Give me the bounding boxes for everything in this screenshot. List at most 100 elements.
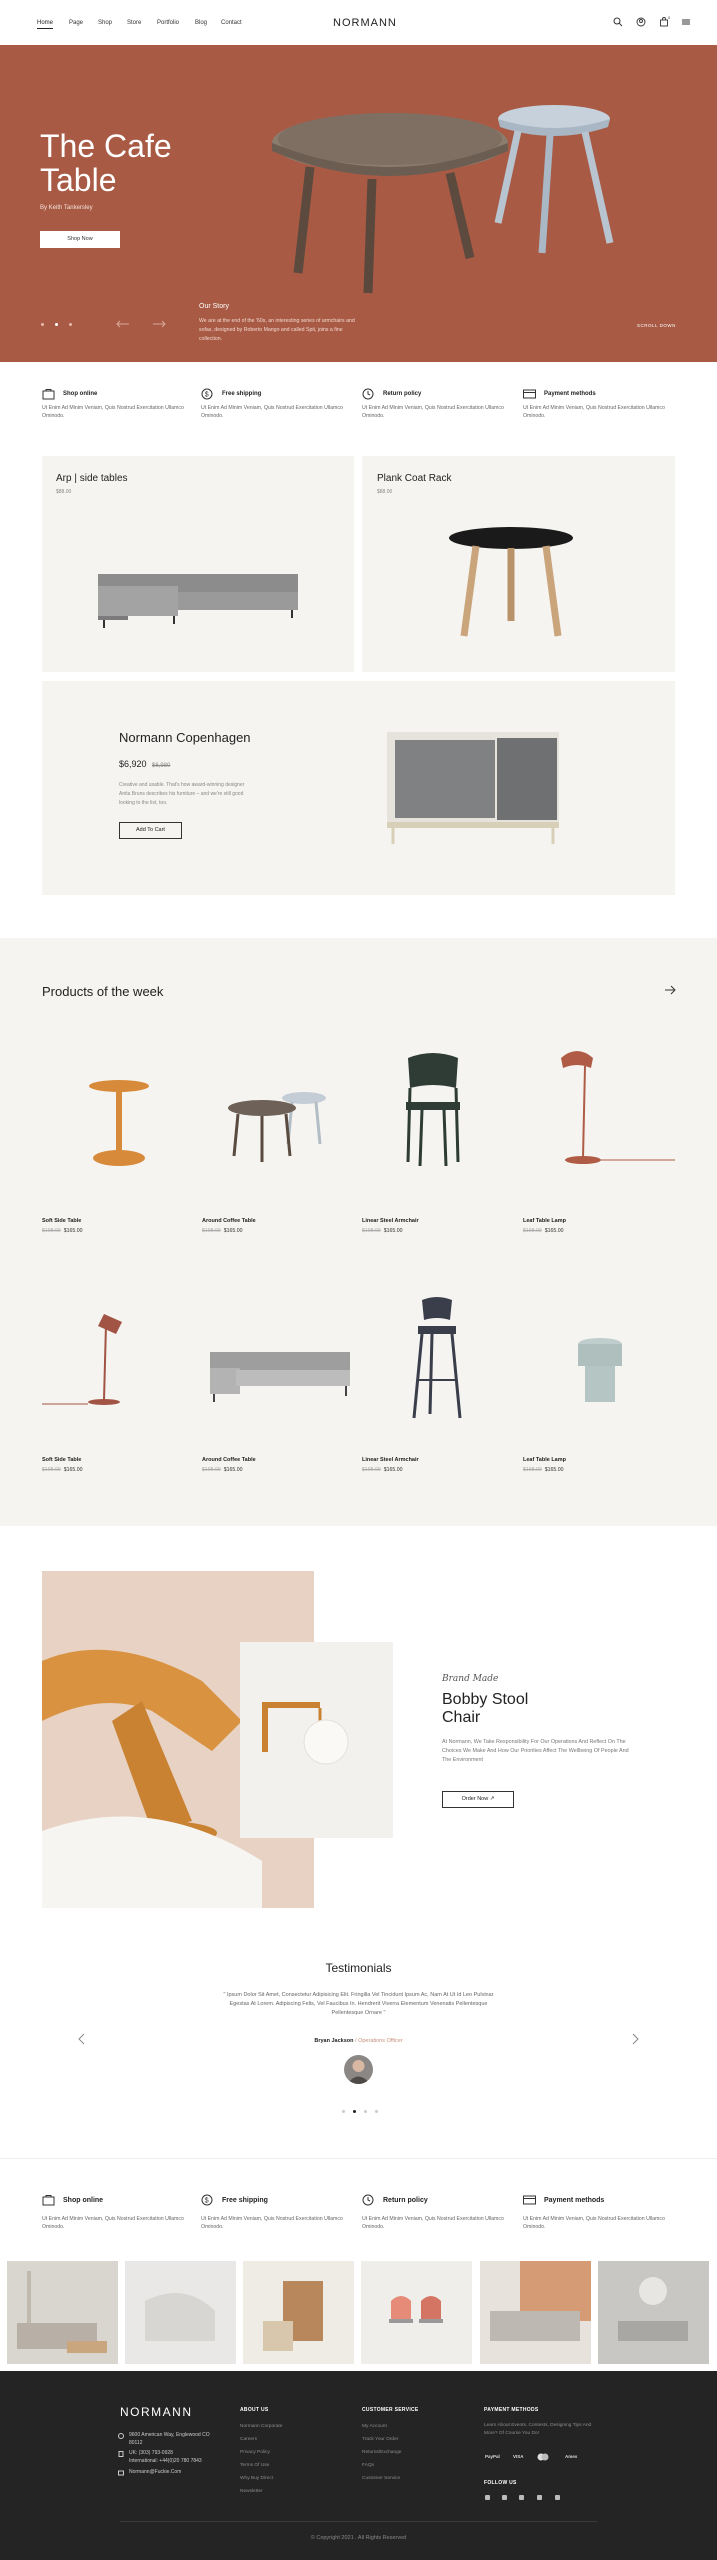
footer-link[interactable]: Privacy Policy <box>240 2450 270 2455</box>
slider-dot[interactable] <box>69 323 72 326</box>
avatar <box>344 2055 373 2084</box>
footer-email[interactable]: Normann@Fuckie.Com <box>129 2468 181 2476</box>
chevron-left-icon[interactable] <box>78 2033 86 2045</box>
footer-link[interactable]: FAQs <box>362 2463 374 2468</box>
feature-title: Free shipping <box>222 391 262 397</box>
product-name[interactable]: Around Coffee Table <box>202 1218 256 1224</box>
location-icon <box>118 2433 124 2439</box>
bag-icon <box>42 2195 55 2206</box>
tile-arp-side-tables[interactable]: Arp | side tables $88.00 <box>42 456 354 672</box>
footer-link[interactable]: Track Your Order <box>362 2437 398 2442</box>
tile-normann-copenhagen[interactable]: Normann Copenhagen $6,920 $6,980 Creativ… <box>42 681 675 895</box>
gallery-image[interactable] <box>7 2261 118 2364</box>
product-name[interactable]: Soft Side Table <box>42 1218 81 1224</box>
svg-text:$: $ <box>205 2198 209 2205</box>
visa-icon: VISA <box>513 2454 524 2459</box>
product-price: $198.00 $165.00 <box>42 1467 83 1473</box>
arrow-left-icon[interactable] <box>116 320 130 328</box>
footer-link[interactable]: My Account <box>362 2424 387 2429</box>
product-name[interactable]: Leaf Table Lamp <box>523 1457 566 1463</box>
product-name[interactable]: Linear Steel Armchair <box>362 1218 419 1224</box>
feature-text: Ut Enim Ad Minim Veniam, Quis Nostrud Ex… <box>42 2216 184 2230</box>
footer-link[interactable]: Returns/Exchange <box>362 2450 401 2455</box>
arrow-right-icon[interactable] <box>664 985 676 995</box>
tile-plank-coat-rack[interactable]: Plank Coat Rack $88.00 <box>362 456 675 672</box>
youtube-icon[interactable] <box>537 2495 542 2500</box>
scroll-down-label[interactable]: SCROLL DOWN <box>637 323 676 328</box>
arrow-right-icon[interactable] <box>152 320 166 328</box>
nav-page[interactable]: Page <box>69 20 83 26</box>
nav-portfolio[interactable]: Portfolio <box>157 20 179 26</box>
site-header: Home Page Shop Store Portfolio Blog Cont… <box>0 0 717 45</box>
instagram-icon[interactable] <box>519 2495 524 2500</box>
clock-icon <box>362 2194 374 2206</box>
search-icon[interactable] <box>613 17 623 27</box>
feature-text: Ut Enim Ad Minim Veniam, Quis Nostrud Ex… <box>523 405 665 419</box>
feature-text: Ut Enim Ad Minim Veniam, Quis Nostrud Ex… <box>523 2216 665 2230</box>
product-name[interactable]: Linear Steel Armchair <box>362 1457 419 1463</box>
gallery-image[interactable] <box>480 2261 591 2364</box>
footer-link[interactable]: Normann Corporate <box>240 2424 282 2429</box>
gallery-image[interactable] <box>125 2261 236 2364</box>
nav-contact[interactable]: Contact <box>221 20 242 26</box>
copyright-text: © Copyright 2021 . All Rights Reserved <box>310 2535 407 2541</box>
slider-dot-active[interactable] <box>55 323 58 326</box>
product-image-table-lamp <box>561 1051 675 1164</box>
dot-active[interactable] <box>353 2110 356 2113</box>
bag-icon <box>42 389 55 400</box>
gallery-image[interactable] <box>361 2261 472 2364</box>
footer-heading: CUSTOMER SERVICE <box>362 2407 419 2413</box>
dot[interactable] <box>375 2110 378 2113</box>
product-name[interactable]: Around Coffee Table <box>202 1457 256 1463</box>
footer-link[interactable]: Careers <box>240 2437 257 2442</box>
product-name[interactable]: Soft Side Table <box>42 1457 81 1463</box>
feature-text: Ut Enim Ad Minim Veniam, Quis Nostrud Ex… <box>362 405 504 419</box>
gallery-image[interactable] <box>598 2261 709 2364</box>
footer-link[interactable]: Terms Of Use <box>240 2463 269 2468</box>
promo-lamp-image <box>240 1642 393 1838</box>
cart-count-badge: 0 <box>668 15 671 20</box>
card-icon <box>523 389 536 399</box>
facebook-icon[interactable] <box>485 2495 490 2500</box>
product-name[interactable]: Leaf Table Lamp <box>523 1218 566 1224</box>
nav-home[interactable]: Home <box>37 20 54 29</box>
nav-store[interactable]: Store <box>127 20 141 26</box>
dot[interactable] <box>342 2110 345 2113</box>
dot[interactable] <box>364 2110 367 2113</box>
user-icon[interactable] <box>636 17 646 27</box>
promo-script-label: Brand Made <box>442 1674 499 1684</box>
chevron-right-icon[interactable] <box>631 2033 639 2045</box>
twitter-icon[interactable] <box>502 2495 507 2500</box>
feature-title: Free shipping <box>222 2197 268 2204</box>
dollar-icon: $ <box>201 2194 213 2206</box>
feature-title: Shop online <box>63 2197 104 2204</box>
footer-link[interactable]: Why Buy Direct <box>240 2476 273 2481</box>
add-to-cart-button[interactable]: Add To Cart <box>119 822 182 839</box>
gallery-image[interactable] <box>243 2261 354 2364</box>
tile-title: Arp | side tables <box>56 473 128 484</box>
shop-now-button[interactable]: Shop Now <box>40 231 120 248</box>
order-now-button[interactable]: Order Now ↗ <box>442 1791 514 1808</box>
footer-link[interactable]: Customer Service <box>362 2476 400 2481</box>
menu-icon[interactable] <box>681 17 691 27</box>
footer-link[interactable]: Newsletter <box>240 2489 263 2494</box>
pinterest-icon[interactable] <box>555 2495 560 2500</box>
product-price: $198.00 $165.00 <box>362 1228 403 1234</box>
card-icon <box>523 2195 536 2205</box>
footer-phone[interactable]: UK: (303) 793-0928 <box>129 2449 173 2457</box>
clock-icon <box>362 388 374 400</box>
dollar-icon: $ <box>201 388 213 400</box>
slider-dot[interactable] <box>41 323 44 326</box>
mail-icon <box>118 2470 124 2476</box>
nav-shop[interactable]: Shop <box>98 20 112 26</box>
feature-title: Shop online <box>63 391 98 397</box>
phone-icon <box>118 2451 124 2457</box>
footer-intl-phone[interactable]: International: +44(0)20 780 7843 <box>129 2457 202 2465</box>
product-image-armchair <box>406 1053 460 1167</box>
site-logo[interactable]: NORMANN <box>333 17 397 29</box>
footer-logo[interactable]: NORMANN <box>120 2405 193 2419</box>
tile-description: Creative and usable. That's how award-wi… <box>119 782 245 806</box>
product-image-bar-stool <box>412 1297 462 1419</box>
nav-blog[interactable]: Blog <box>195 20 207 26</box>
mastercard-icon <box>537 2453 549 2461</box>
